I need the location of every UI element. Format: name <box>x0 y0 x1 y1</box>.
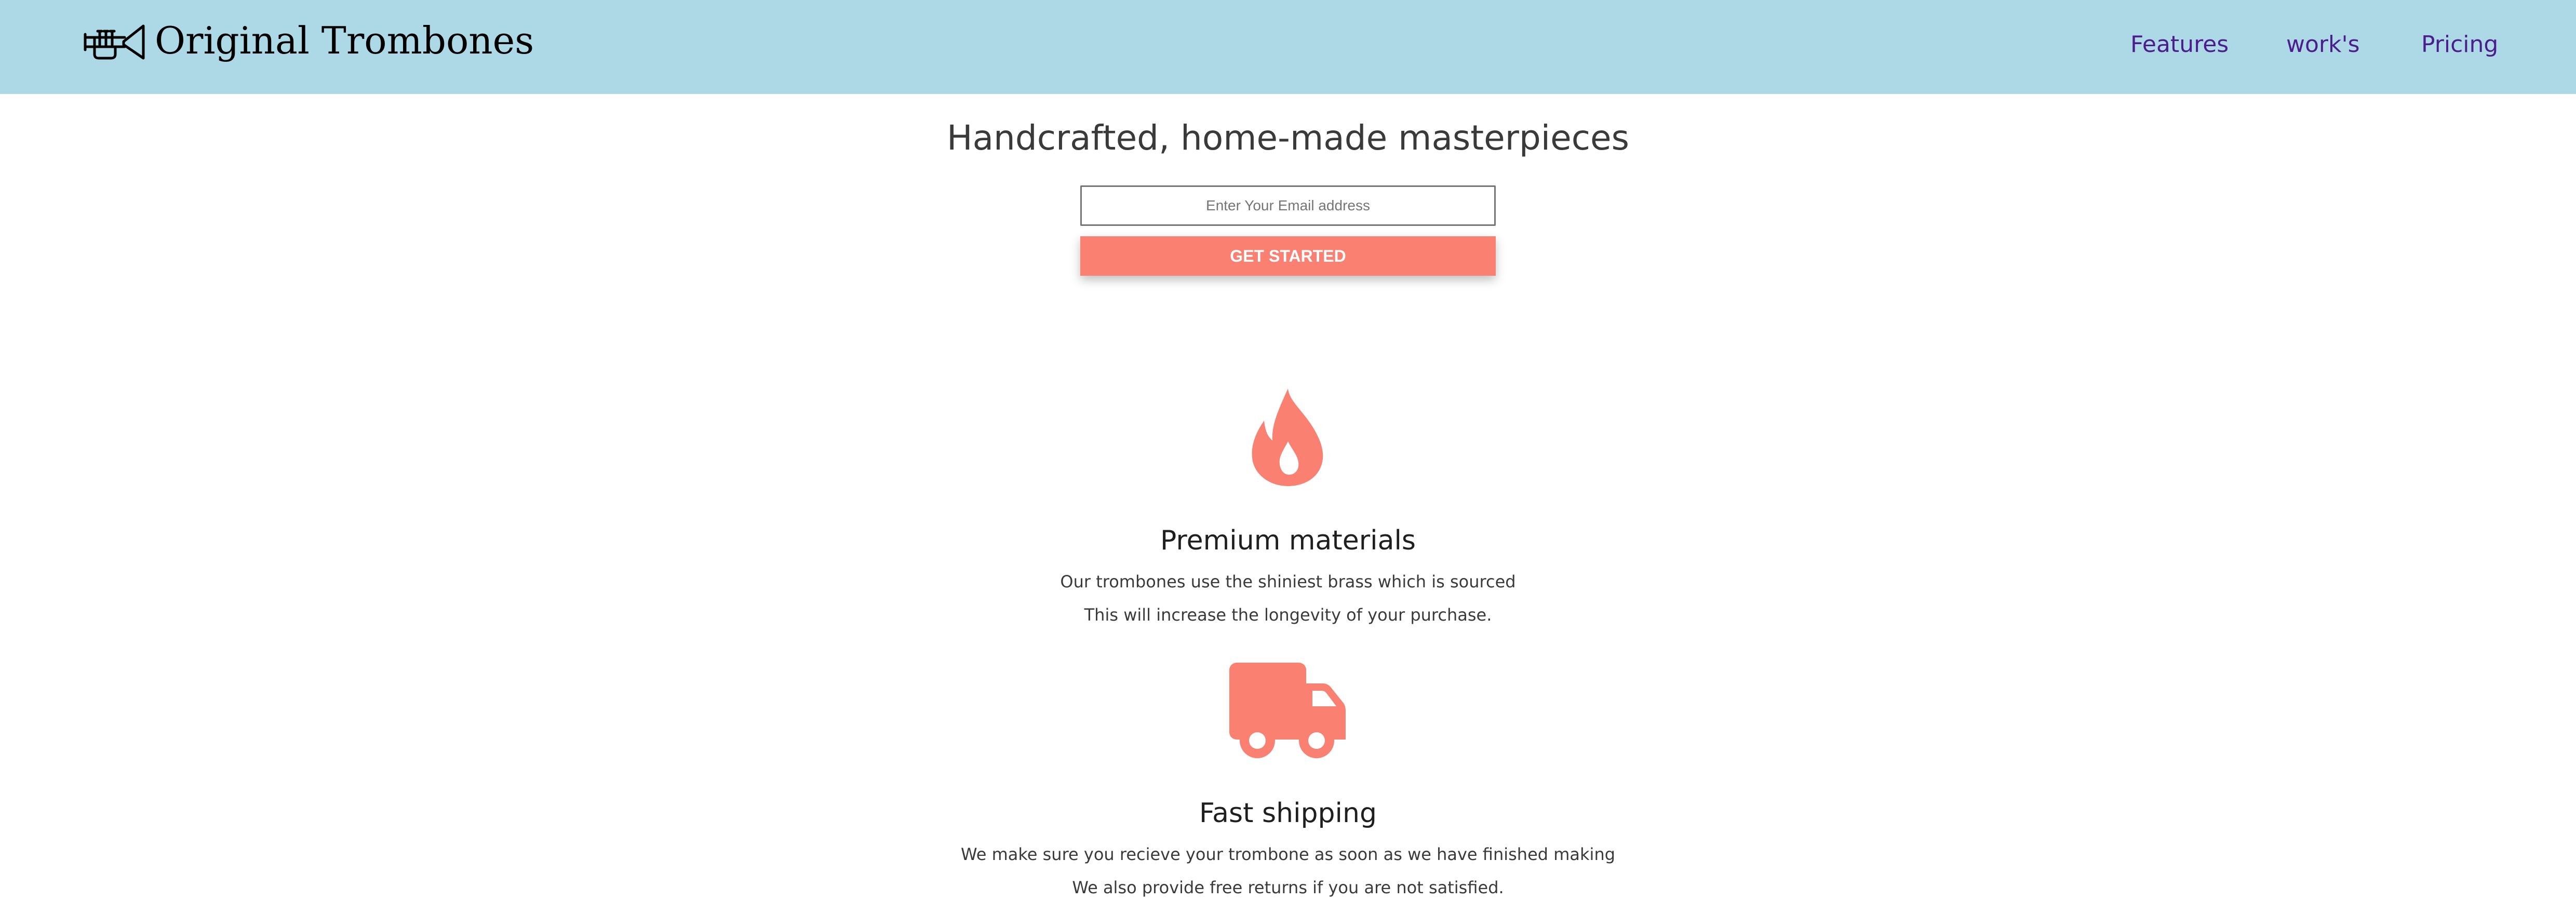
hero-title: Handcrafted, home-made masterpieces <box>946 118 1630 158</box>
get-started-button[interactable]: GET STARTED <box>1080 236 1496 276</box>
nav-link-features[interactable]: Features <box>2130 29 2229 60</box>
header: Original Trombones Features work's Prici… <box>0 0 2576 94</box>
truck-icon <box>1184 663 1392 759</box>
feature-title: Fast shipping <box>1199 798 1377 829</box>
nav-link-pricing[interactable]: Pricing <box>2421 29 2498 60</box>
email-input[interactable] <box>1080 185 1496 226</box>
feature-description: Our trombones use the shiniest brass whi… <box>1060 572 1516 592</box>
feature-description: This will increase the longevity of your… <box>1084 605 1492 625</box>
feature-title: Premium materials <box>1160 525 1416 556</box>
feature-description: We make sure you recieve your trombone a… <box>960 844 1616 864</box>
flame-icon <box>1184 388 1392 486</box>
feature-description: We also provide free returns if you are … <box>1072 878 1504 897</box>
nav-link-works[interactable]: work's <box>2286 29 2360 60</box>
trombone-icon[interactable] <box>82 22 145 62</box>
brand-name[interactable]: Original Trombones <box>155 15 534 66</box>
